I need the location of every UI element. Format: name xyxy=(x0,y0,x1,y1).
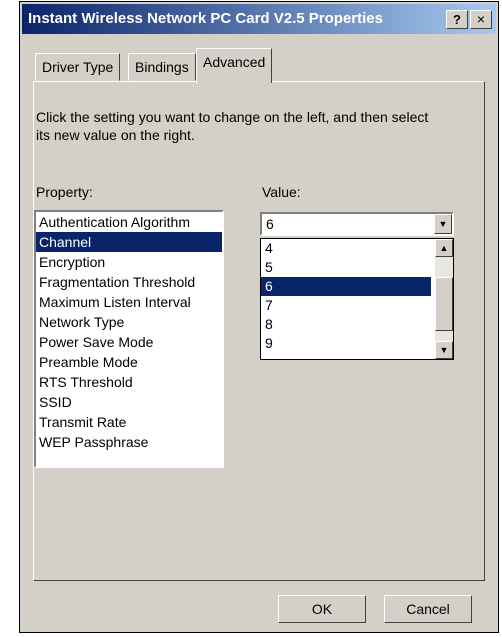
tab-advanced[interactable]: Advanced xyxy=(196,48,273,83)
property-item-rts-threshold[interactable]: RTS Threshold xyxy=(36,372,222,392)
property-item-preamble-mode[interactable]: Preamble Mode xyxy=(36,352,222,372)
property-item-authentication-algorithm[interactable]: Authentication Algorithm xyxy=(36,212,222,232)
chevron-down-icon[interactable]: ▼ xyxy=(434,214,452,234)
tab-bindings[interactable]: Bindings xyxy=(128,53,196,81)
value-current: 6 xyxy=(266,216,274,232)
value-option-8[interactable]: 8 xyxy=(261,315,431,334)
property-label: Property: xyxy=(36,184,93,200)
close-button[interactable]: × xyxy=(470,10,492,29)
dropdown-scrollbar[interactable]: ▲ ▼ xyxy=(435,239,453,359)
property-item-fragmentation-threshold[interactable]: Fragmentation Threshold xyxy=(36,272,222,292)
property-item-ssid[interactable]: SSID xyxy=(36,392,222,412)
value-option-6[interactable]: 6 xyxy=(261,277,431,296)
property-item-channel[interactable]: Channel xyxy=(36,232,222,252)
value-option-9[interactable]: 9 xyxy=(261,334,431,353)
value-option-7[interactable]: 7 xyxy=(261,296,431,315)
value-option-4[interactable]: 4 xyxy=(261,239,431,258)
value-label: Value: xyxy=(262,184,301,200)
instructions-text: Click the setting you want to change on … xyxy=(36,109,429,143)
value-combobox[interactable]: 6 ▼ xyxy=(260,212,454,236)
property-listbox[interactable]: Authentication Algorithm Channel Encrypt… xyxy=(34,210,224,468)
chevron-down-icon[interactable]: ▼ xyxy=(435,341,453,359)
value-option-5[interactable]: 5 xyxy=(261,258,431,277)
ok-button[interactable]: OK xyxy=(278,595,366,623)
scrollbar-thumb[interactable] xyxy=(435,277,453,331)
tab-driver-type[interactable]: Driver Type xyxy=(35,53,121,81)
help-button[interactable]: ? xyxy=(446,10,468,29)
property-item-maximum-listen-interval[interactable]: Maximum Listen Interval xyxy=(36,292,222,312)
title-bar[interactable]: Instant Wireless Network PC Card V2.5 Pr… xyxy=(22,4,496,34)
property-item-wep-passphrase[interactable]: WEP Passphrase xyxy=(36,432,222,452)
property-item-network-type[interactable]: Network Type xyxy=(36,312,222,332)
value-dropdown-list[interactable]: 4 5 6 7 8 9 ▲ ▼ xyxy=(260,238,454,360)
chevron-up-icon[interactable]: ▲ xyxy=(435,239,453,257)
property-item-power-save-mode[interactable]: Power Save Mode xyxy=(36,332,222,352)
cancel-button[interactable]: Cancel xyxy=(384,595,472,623)
property-item-transmit-rate[interactable]: Transmit Rate xyxy=(36,412,222,432)
window-title: Instant Wireless Network PC Card V2.5 Pr… xyxy=(28,10,383,27)
property-item-encryption[interactable]: Encryption xyxy=(36,252,222,272)
